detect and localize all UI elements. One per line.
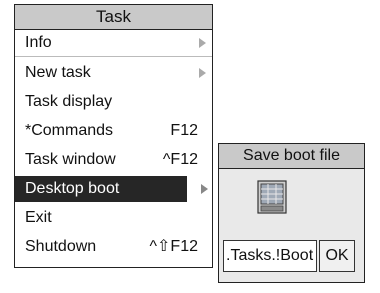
menu-item-label: Desktop boot xyxy=(25,180,120,197)
menu-item-commands[interactable]: *Commands F12 xyxy=(15,118,212,144)
menu-item-task-display[interactable]: Task display xyxy=(15,89,212,115)
submenu-arrow-icon xyxy=(199,38,206,48)
menu-item-new-task[interactable]: New task xyxy=(15,60,212,86)
menu-item-label: Task display xyxy=(25,93,113,110)
task-menu: Task Info New task Task display *Command… xyxy=(14,4,213,268)
menu-item-label: Shutdown xyxy=(25,238,97,255)
ok-button[interactable]: OK xyxy=(319,240,355,272)
menu-item-shutdown[interactable]: Shutdown ^⇧F12 xyxy=(15,234,212,260)
menu-item-exit[interactable]: Exit xyxy=(15,205,212,231)
menu-item-shortcut: ^⇧F12 xyxy=(149,238,198,255)
dialog-title: Save boot file xyxy=(219,144,364,169)
menu-item-label: Info xyxy=(25,34,52,51)
menu-item-label: Exit xyxy=(25,209,52,226)
menu-item-label: *Commands xyxy=(25,122,114,139)
menu-item-task-window[interactable]: Task window ^F12 xyxy=(15,147,212,173)
menu-divider xyxy=(15,56,212,57)
save-boot-file-dialog: Save boot file .Tasks.!Boot OK xyxy=(218,143,365,283)
menu-title: Task xyxy=(15,5,212,30)
menu-item-label: Task window xyxy=(25,151,116,168)
filename-input[interactable]: .Tasks.!Boot xyxy=(223,240,317,272)
menu-item-shortcut: F12 xyxy=(170,122,198,139)
menu-item-info[interactable]: Info xyxy=(15,30,212,56)
submenu-arrow-icon xyxy=(199,68,206,78)
menu-item-desktop-boot[interactable]: Desktop boot xyxy=(15,176,187,202)
menu-item-label: New task xyxy=(25,64,91,81)
submenu-arrow-icon xyxy=(201,184,208,194)
menu-item-shortcut: ^F12 xyxy=(162,151,198,168)
boot-file-icon[interactable] xyxy=(257,180,287,214)
